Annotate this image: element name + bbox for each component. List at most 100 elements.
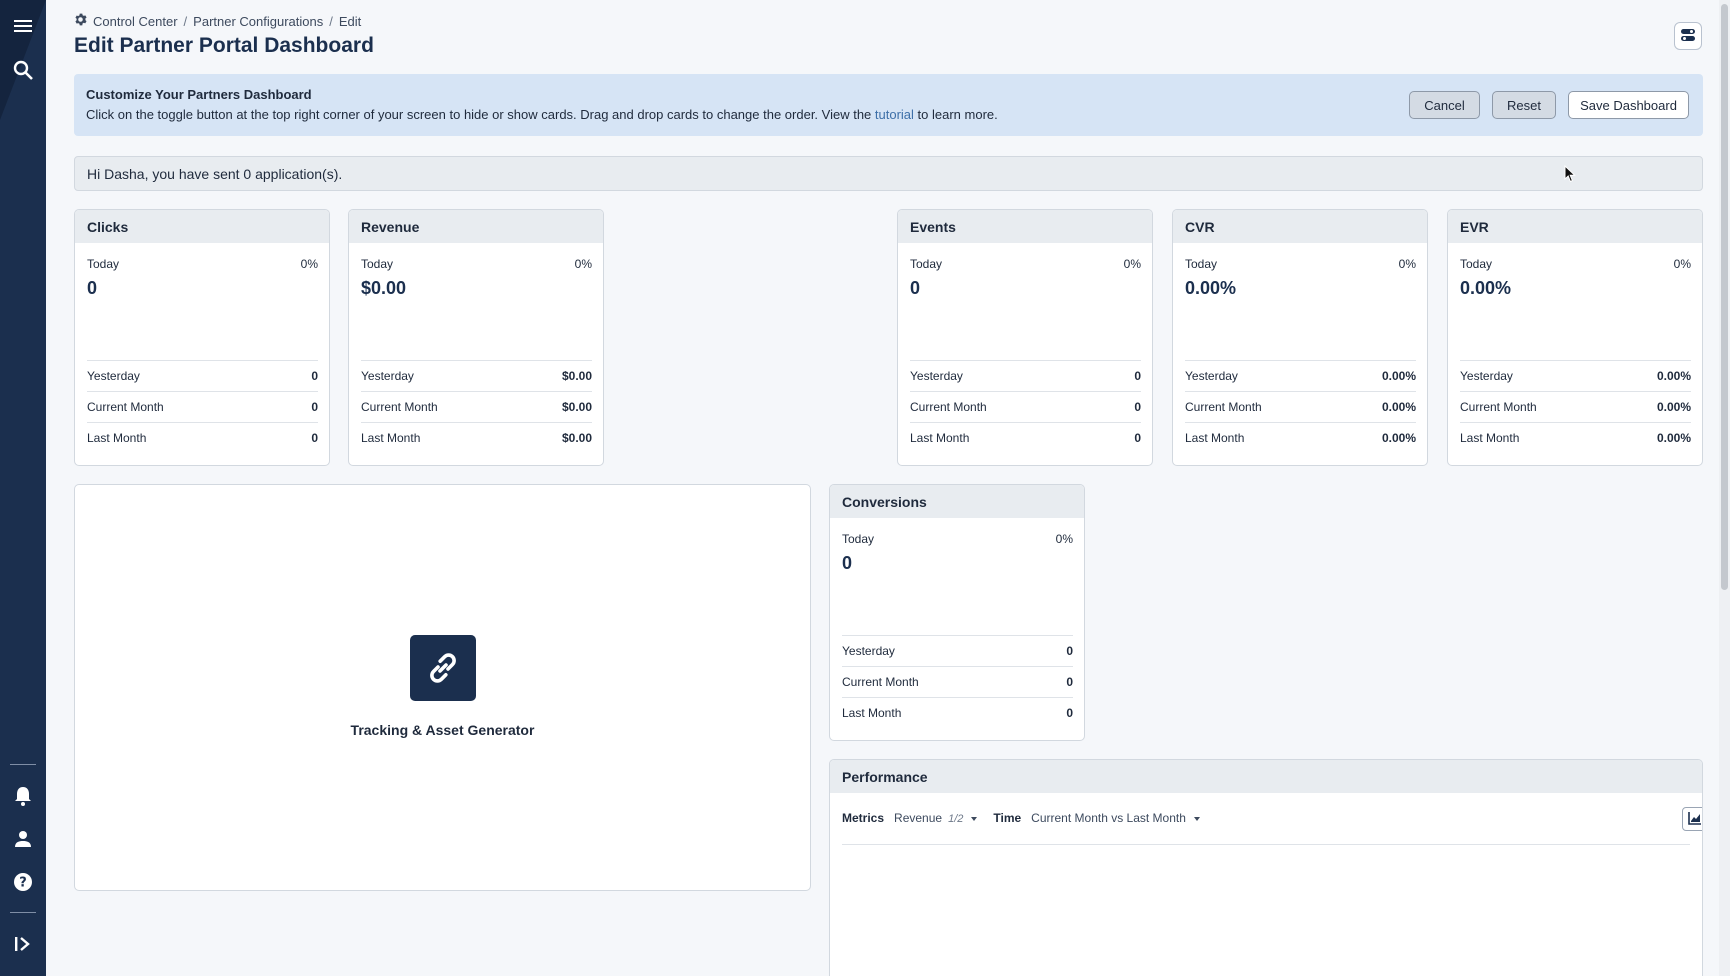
- today-percent: 0%: [300, 257, 318, 271]
- row-label: Last Month: [1185, 431, 1245, 445]
- stat-row: Last Month 0.00%: [1185, 422, 1416, 453]
- stat-row: Yesterday $0.00: [361, 360, 592, 391]
- row-label: Yesterday: [910, 369, 963, 383]
- card-title: Conversions: [830, 485, 1084, 518]
- tracking-generator-label: Tracking & Asset Generator: [350, 722, 535, 738]
- row-value: 0.00%: [1656, 369, 1691, 383]
- today-label: Today: [842, 532, 875, 546]
- rail-divider: [10, 764, 36, 765]
- revenue-card[interactable]: Revenue Today 0% $0.00 Yesterday $0.00 Cu…: [348, 209, 604, 466]
- today-label: Today: [1185, 257, 1218, 271]
- today-value: 0.00%: [1460, 278, 1512, 298]
- row-value: 0.00%: [1656, 400, 1691, 414]
- cvr-card[interactable]: CVR Today 0% 0.00% Yesterday 0.00% Curren…: [1172, 209, 1428, 466]
- stat-row: Yesterday 0.00%: [1460, 360, 1691, 391]
- row-value: $0.00: [561, 431, 592, 445]
- stat-row: Last Month 0.00%: [1460, 422, 1691, 453]
- save-dashboard-button[interactable]: Save Dashboard: [1568, 91, 1689, 119]
- greeting-bar: Hi Dasha, you have sent 0 application(s)…: [74, 156, 1703, 191]
- row-label: Last Month: [361, 431, 421, 445]
- breadcrumb-separator: /: [183, 13, 188, 29]
- card-title: Events: [898, 210, 1152, 243]
- user-icon[interactable]: [9, 825, 37, 853]
- card-title: Revenue: [349, 210, 603, 243]
- banner-text: Click on the toggle button at the top ri…: [86, 107, 998, 122]
- performance-card[interactable]: Performance Metrics Revenue 1/2 Time Curr…: [829, 759, 1703, 976]
- breadcrumb: Control Center / Partner Configurations …: [74, 13, 361, 29]
- caret-down-icon: [971, 816, 978, 821]
- page-title: Edit Partner Portal Dashboard: [74, 34, 374, 57]
- row-label: Yesterday: [842, 644, 895, 658]
- stat-row: Last Month 0: [910, 422, 1141, 453]
- row-value: 0: [311, 400, 318, 414]
- stat-row: Current Month 0.00%: [1185, 391, 1416, 422]
- menu-icon[interactable]: [9, 12, 37, 40]
- breadcrumb-partner-configurations[interactable]: Partner Configurations: [193, 14, 323, 29]
- stat-row: Yesterday 0.00%: [1185, 360, 1416, 391]
- controls-divider: [842, 844, 1690, 845]
- reset-button[interactable]: Reset: [1492, 91, 1556, 119]
- link-icon: [410, 635, 476, 701]
- row-label: Last Month: [1460, 431, 1520, 445]
- today-percent: 0%: [1055, 532, 1073, 546]
- stat-row: Current Month 0: [87, 391, 318, 422]
- row-value: 0: [1134, 369, 1141, 383]
- expand-icon[interactable]: [9, 930, 37, 958]
- today-percent: 0%: [574, 257, 592, 271]
- banner-text-before: Click on the toggle button at the top ri…: [86, 107, 875, 122]
- greeting-text: Hi Dasha, you have sent 0 application(s)…: [87, 166, 343, 182]
- card-title: CVR: [1173, 210, 1427, 243]
- row-label: Last Month: [87, 431, 147, 445]
- metrics-dropdown[interactable]: Revenue 1/2: [894, 811, 993, 825]
- row-value: $0.00: [561, 369, 592, 383]
- clicks-card[interactable]: Clicks Today 0% 0 Yesterday 0 Current Mon…: [74, 209, 330, 466]
- evr-card[interactable]: EVR Today 0% 0.00% Yesterday 0.00% Curren…: [1447, 209, 1703, 466]
- scrollbar-thumb[interactable]: [1721, 4, 1728, 590]
- breadcrumb-control-center[interactable]: Control Center: [93, 14, 178, 29]
- row-label: Yesterday: [87, 369, 140, 383]
- stat-row: Current Month 0: [910, 391, 1141, 422]
- time-dropdown[interactable]: Current Month vs Last Month: [1031, 811, 1216, 825]
- line-chart-button[interactable]: [1682, 807, 1702, 831]
- row-label: Current Month: [1460, 400, 1537, 414]
- stat-row: Current Month 0.00%: [1460, 391, 1691, 422]
- row-value: $0.00: [561, 400, 592, 414]
- row-value: 0.00%: [1381, 431, 1416, 445]
- events-card[interactable]: Events Today 0% 0 Yesterday 0 Current Mon…: [897, 209, 1153, 466]
- row-label: Current Month: [361, 400, 438, 414]
- main-content: Control Center / Partner Configurations …: [46, 0, 1730, 976]
- metrics-count: 1/2: [948, 813, 964, 825]
- row-label: Current Month: [842, 675, 919, 689]
- today-percent: 0%: [1398, 257, 1416, 271]
- row-label: Current Month: [87, 400, 164, 414]
- stat-row: Yesterday 0: [910, 360, 1141, 391]
- row-label: Yesterday: [1460, 369, 1513, 383]
- stat-row: Last Month 0: [842, 697, 1073, 728]
- row-value: 0: [1066, 675, 1073, 689]
- cancel-button[interactable]: Cancel: [1409, 91, 1480, 119]
- card-toggle-button[interactable]: [1674, 22, 1702, 50]
- row-value: 0: [1134, 431, 1141, 445]
- stat-row: Current Month 0: [842, 666, 1073, 697]
- card-title: Clicks: [75, 210, 329, 243]
- tutorial-link[interactable]: tutorial: [875, 107, 914, 122]
- page-scrollbar[interactable]: [1719, 0, 1730, 976]
- tracking-generator-card[interactable]: Tracking & Asset Generator: [74, 484, 811, 891]
- today-label: Today: [910, 257, 943, 271]
- card-title: EVR: [1448, 210, 1702, 243]
- metrics-value: Revenue: [894, 811, 943, 825]
- banner-heading: Customize Your Partners Dashboard: [86, 87, 312, 102]
- row-value: 0.00%: [1656, 431, 1691, 445]
- help-icon[interactable]: ?: [9, 868, 37, 896]
- search-icon[interactable]: [9, 56, 37, 84]
- stat-row: Yesterday 0: [87, 360, 318, 391]
- conversions-card[interactable]: Conversions Today 0% 0 Yesterday 0 Curren…: [829, 484, 1085, 741]
- bell-icon[interactable]: [9, 782, 37, 810]
- today-percent: 0%: [1673, 257, 1691, 271]
- breadcrumb-edit: Edit: [338, 13, 362, 29]
- row-label: Yesterday: [361, 369, 414, 383]
- today-label: Today: [1460, 257, 1493, 271]
- line-chart-icon: [1688, 811, 1702, 828]
- caret-down-icon: [1193, 816, 1200, 821]
- stat-row: Current Month $0.00: [361, 391, 592, 422]
